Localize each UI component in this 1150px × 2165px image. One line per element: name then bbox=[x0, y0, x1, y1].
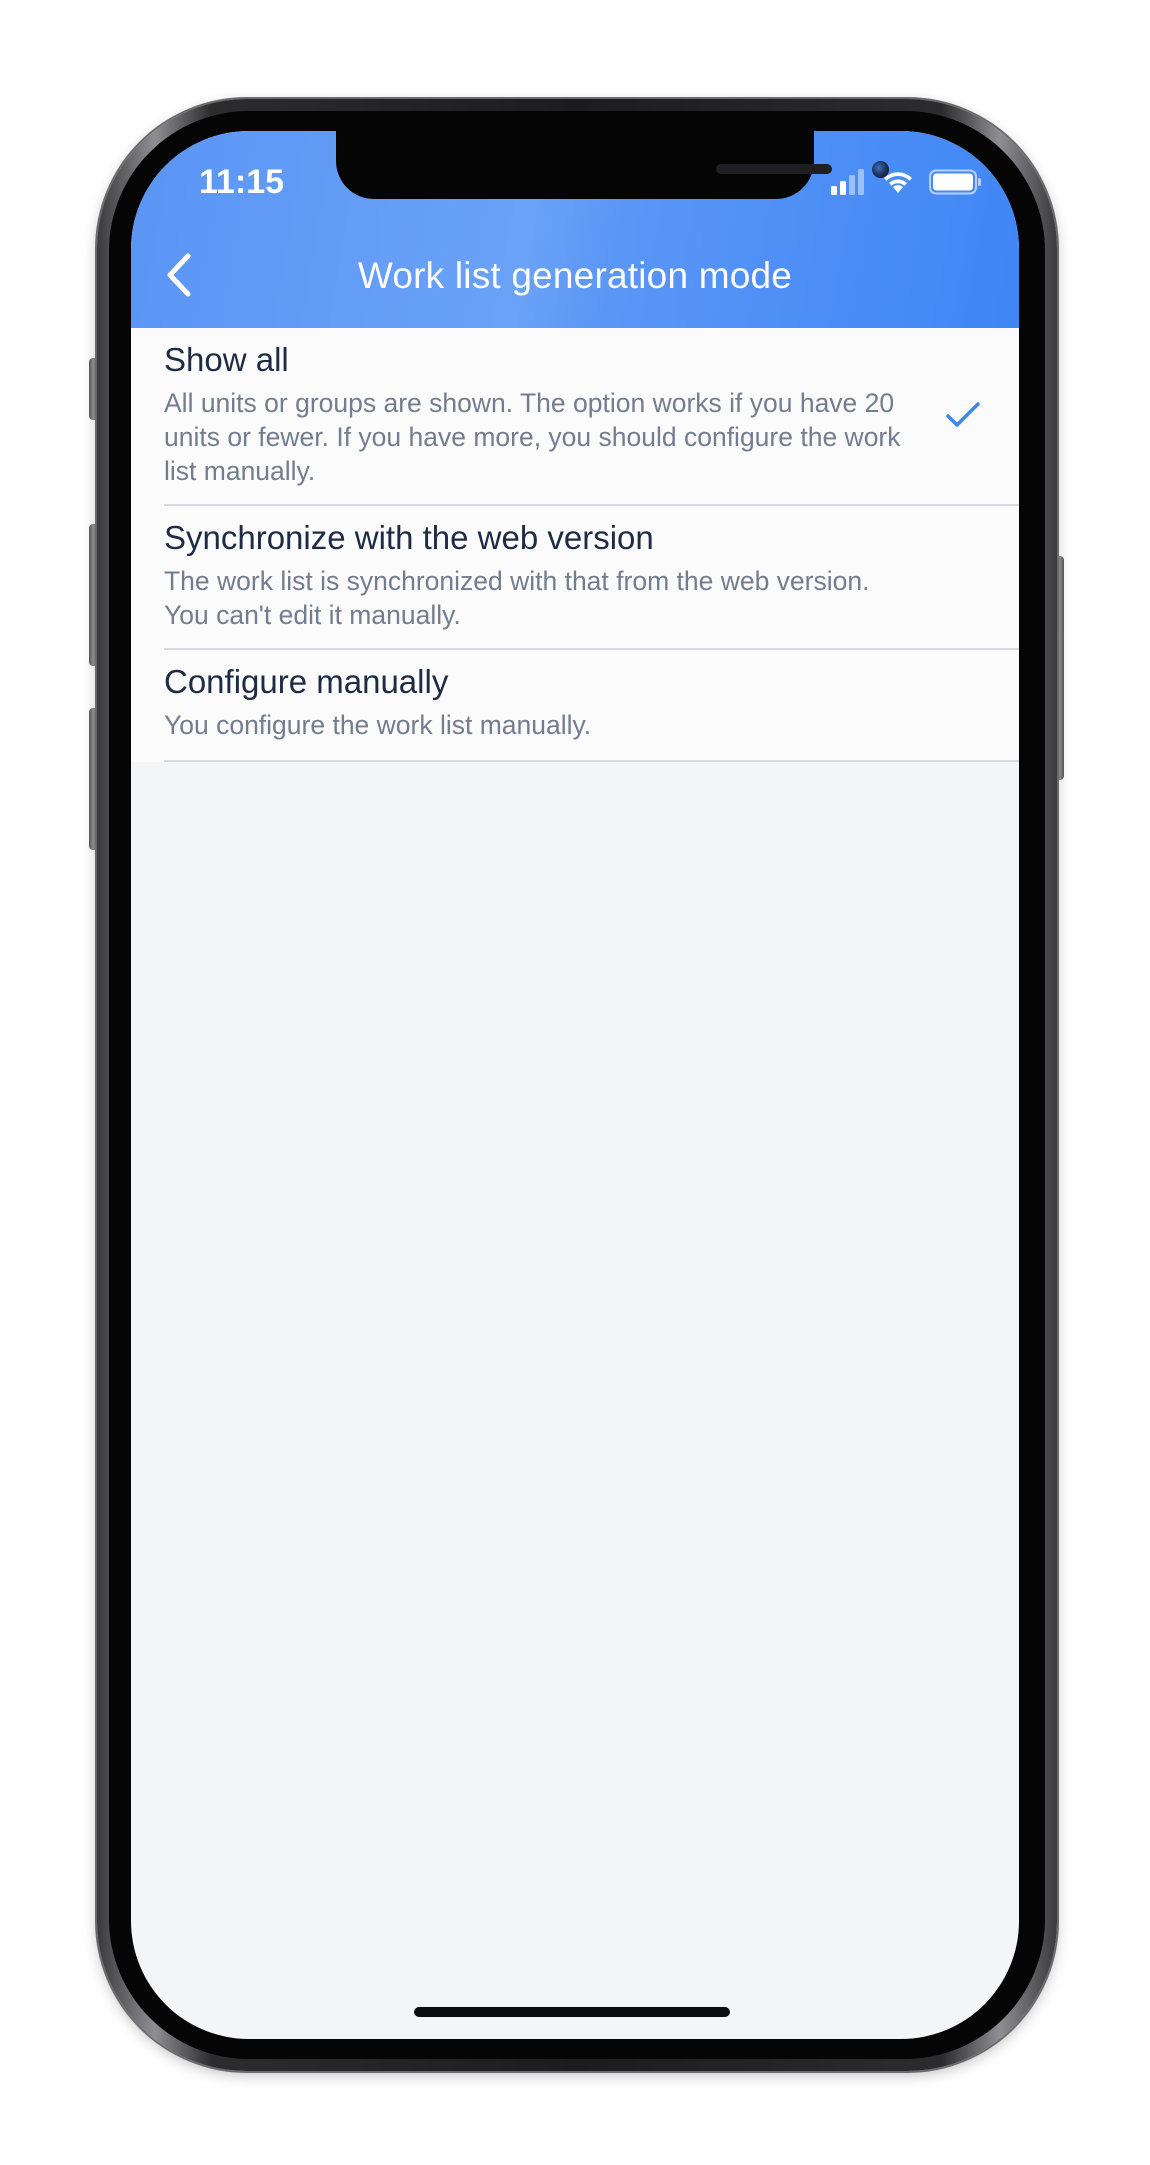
status-icons bbox=[831, 169, 983, 199]
home-indicator[interactable] bbox=[414, 2007, 730, 2017]
option-configure-manually[interactable]: Configure manually You configure the wor… bbox=[131, 650, 1019, 762]
page-title: Work list generation mode bbox=[357, 255, 793, 296]
option-description: The work list is synchronized with that … bbox=[164, 566, 870, 630]
divider bbox=[164, 760, 1019, 762]
option-show-all[interactable]: Show all All units or groups are shown. … bbox=[131, 328, 1019, 506]
status-time: 11:15 bbox=[199, 163, 285, 201]
option-title: Configure manually bbox=[164, 663, 449, 700]
speaker bbox=[716, 164, 832, 174]
phone-screen: 11:15 Work list generation mode Show all… bbox=[131, 131, 1019, 2039]
option-description: All units or groups are shown. The optio… bbox=[164, 388, 901, 486]
option-title: Show all bbox=[164, 341, 289, 378]
option-synchronize-web[interactable]: Synchronize with the web version The wor… bbox=[131, 506, 1019, 650]
front-camera bbox=[872, 161, 889, 178]
page: 11:15 Work list generation mode Show all… bbox=[0, 0, 1150, 2165]
notch bbox=[336, 131, 889, 199]
options-list: Show all All units or groups are shown. … bbox=[131, 328, 1019, 762]
battery-icon bbox=[929, 169, 983, 199]
checkmark-icon bbox=[945, 400, 981, 430]
cellular-signal-icon bbox=[831, 169, 867, 199]
option-title: Synchronize with the web version bbox=[164, 519, 654, 556]
option-description: You configure the work list manually. bbox=[164, 710, 592, 740]
